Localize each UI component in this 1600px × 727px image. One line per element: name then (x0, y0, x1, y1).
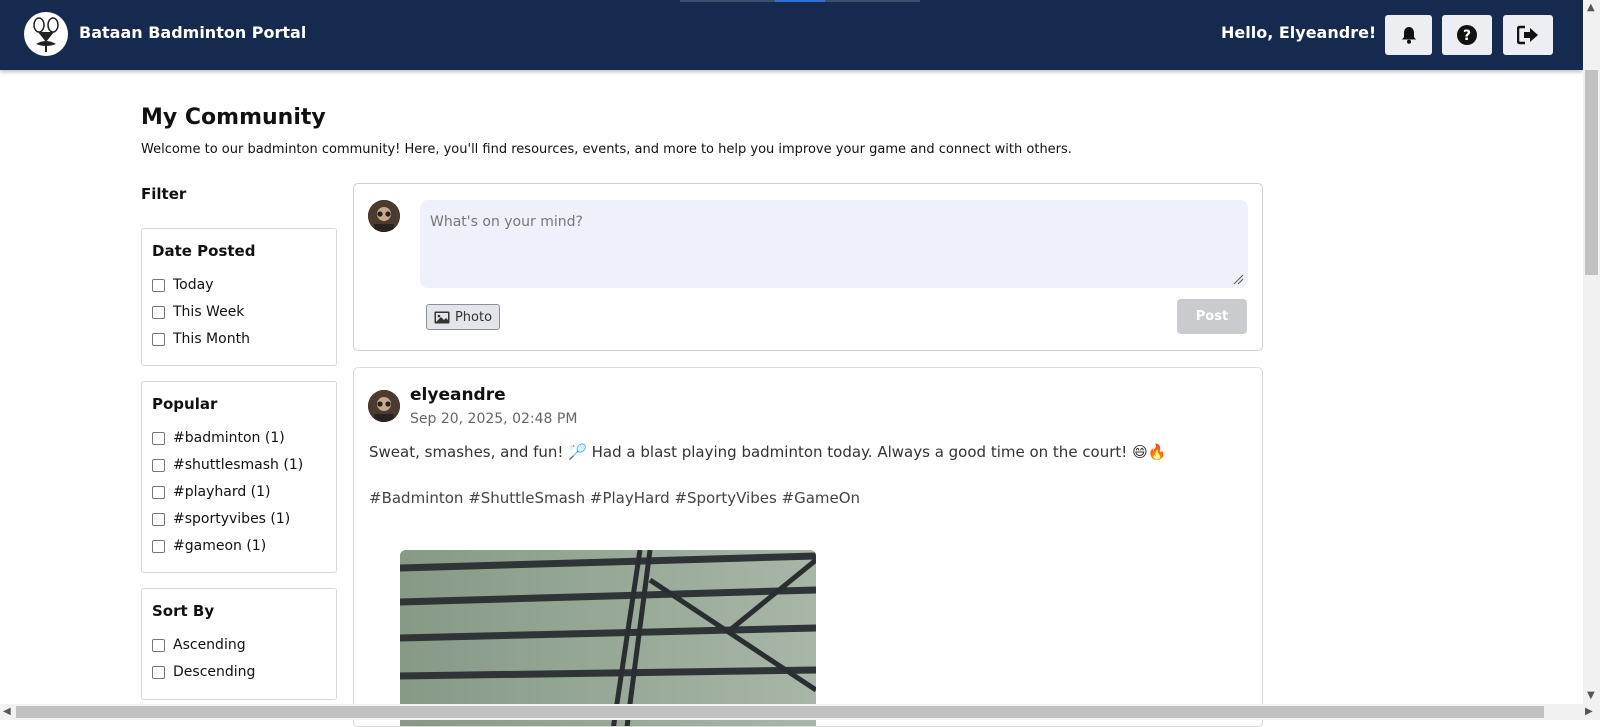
checkbox[interactable] (152, 332, 165, 346)
user-greeting: Hello, Elyeandre! (1221, 23, 1377, 42)
checkbox[interactable] (152, 431, 165, 445)
date-posted-heading: Date Posted (152, 242, 256, 260)
post-date: Sep 20, 2025, 02:48 PM (410, 411, 578, 427)
logout-button[interactable] (1503, 15, 1553, 55)
sort-ascending[interactable]: Ascending (152, 637, 246, 653)
post-composer: What's on your mind? Photo Post (353, 183, 1263, 351)
post-username[interactable]: elyeandre (410, 385, 506, 405)
scroll-down-icon[interactable]: ▼ (1587, 690, 1595, 701)
filter-this-week[interactable]: This Week (152, 304, 244, 320)
tab-indicator (775, 0, 825, 2)
help-button[interactable]: ? (1442, 15, 1492, 55)
post-body: Sweat, smashes, and fun! 🏸 Had a blast p… (369, 443, 1167, 461)
svg-text:?: ? (1463, 28, 1471, 44)
scroll-right-icon[interactable]: ▶ (1585, 706, 1593, 717)
avatar[interactable] (368, 200, 400, 232)
scroll-left-icon[interactable]: ◀ (3, 706, 11, 717)
add-photo-button[interactable]: Photo (426, 304, 500, 330)
checkbox[interactable] (152, 485, 165, 499)
vertical-scrollbar[interactable]: ▲ ▼ (1583, 0, 1600, 704)
sort-by-heading: Sort By (152, 602, 215, 620)
filter-tag-gameon[interactable]: #gameon (1) (152, 538, 266, 554)
sort-descending[interactable]: Descending (152, 664, 255, 680)
popular-heading: Popular (152, 395, 218, 413)
post-card: elyeandre Sep 20, 2025, 02:48 PM Sweat, … (353, 367, 1263, 727)
checkbox[interactable] (152, 278, 165, 292)
top-navbar: Bataan Badminton Portal Hello, Elyeandre… (0, 0, 1583, 70)
resize-grip-icon[interactable] (1232, 273, 1244, 285)
checkbox[interactable] (152, 458, 165, 472)
horizontal-scrollbar[interactable]: ◀ ▶ (0, 704, 1600, 720)
checkbox[interactable] (152, 638, 165, 652)
notifications-button[interactable] (1385, 15, 1432, 55)
horizontal-scroll-thumb[interactable] (16, 706, 1544, 718)
logout-icon (1517, 25, 1538, 45)
checkbox[interactable] (152, 512, 165, 526)
filter-tag-sportyvibes[interactable]: #sportyvibes (1) (152, 511, 290, 527)
filter-tag-playhard[interactable]: #playhard (1) (152, 484, 271, 500)
checkbox[interactable] (152, 305, 165, 319)
bell-icon (1401, 27, 1416, 44)
checkbox[interactable] (152, 665, 165, 679)
post-placeholder: What's on your mind? (430, 214, 583, 230)
date-posted-filter: Date Posted Today This Week This Month (141, 228, 337, 366)
post-hashtags[interactable]: #Badminton #ShuttleSmash #PlayHard #Spor… (369, 489, 860, 507)
image-icon (434, 311, 450, 323)
sort-by-filter: Sort By Ascending Descending (141, 588, 337, 700)
portal-name[interactable]: Bataan Badminton Portal (79, 23, 306, 42)
filter-today[interactable]: Today (152, 277, 214, 293)
filter-this-month[interactable]: This Month (152, 331, 250, 347)
filter-heading: Filter (141, 185, 187, 203)
scroll-up-icon[interactable]: ▲ (1587, 2, 1595, 13)
portal-logo-icon[interactable] (24, 12, 68, 56)
page-title: My Community (141, 105, 326, 130)
post-textarea[interactable]: What's on your mind? (420, 200, 1248, 288)
popular-filter: Popular #badminton (1) #shuttlesmash (1)… (141, 381, 337, 573)
post-photo[interactable] (400, 550, 816, 726)
question-icon: ? (1457, 25, 1477, 45)
page-description: Welcome to our badminton community! Here… (141, 142, 1072, 157)
filter-tag-badminton[interactable]: #badminton (1) (152, 430, 285, 446)
vertical-scroll-thumb[interactable] (1585, 70, 1598, 275)
post-button[interactable]: Post (1177, 299, 1247, 334)
avatar[interactable] (368, 390, 400, 422)
filter-tag-shuttlesmash[interactable]: #shuttlesmash (1) (152, 457, 303, 473)
checkbox[interactable] (152, 539, 165, 553)
